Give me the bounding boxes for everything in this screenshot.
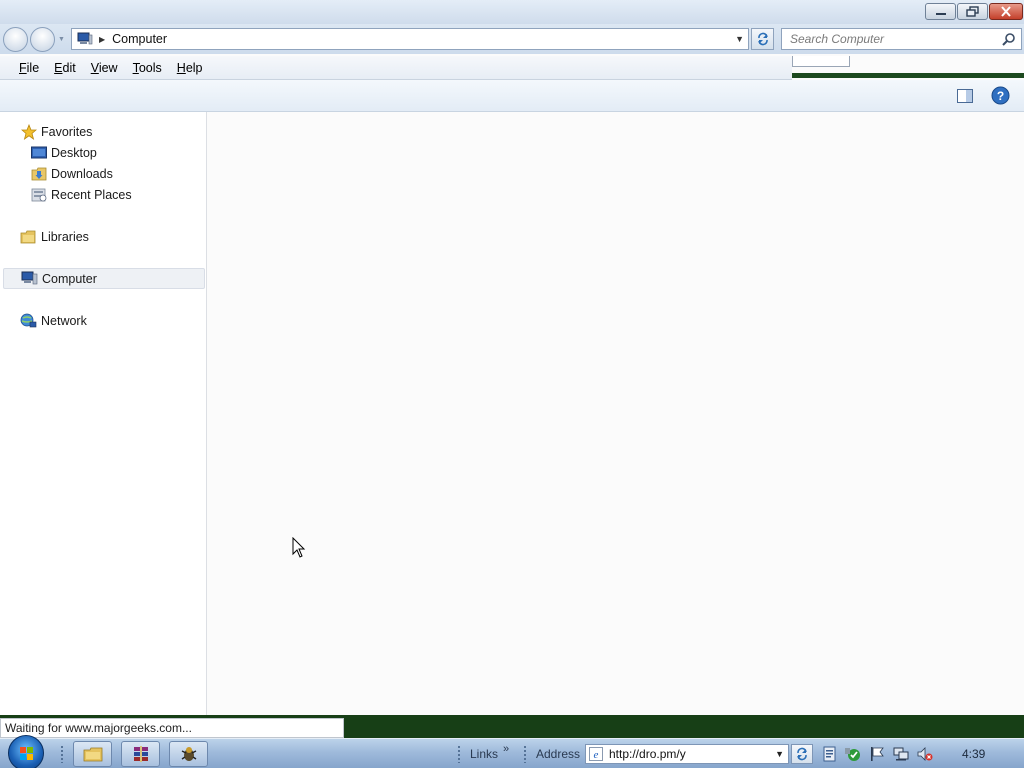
restore-button[interactable] <box>957 3 988 20</box>
breadcrumb-computer[interactable]: Computer <box>112 32 167 46</box>
nav-favorites[interactable]: Favorites <box>20 121 92 142</box>
taskbar-gripper[interactable] <box>60 745 64 763</box>
start-button[interactable] <box>8 735 44 768</box>
go-refresh-icon <box>797 747 807 761</box>
forward-button[interactable] <box>30 27 55 52</box>
address-row: ▼ ▶ Computer ▼ <box>0 24 1024 54</box>
breadcrumb-chevron-icon[interactable]: ▶ <box>99 35 105 44</box>
recent-pages-chevron-down-icon[interactable]: ▼ <box>58 36 66 44</box>
svg-text:e: e <box>594 749 599 761</box>
taskbar: Links » Address e http://dro.pm/y ▼ 4:39 <box>0 735 1024 768</box>
downloads-folder-icon <box>30 166 47 182</box>
nav-desktop-label: Desktop <box>51 145 97 160</box>
nav-downloads[interactable]: Downloads <box>30 163 113 184</box>
tray-action-center-flag-icon[interactable] <box>869 746 885 762</box>
tray-clock[interactable]: 4:39 <box>962 747 985 761</box>
taskbar-app-button[interactable] <box>169 741 208 767</box>
address-bar[interactable]: ▶ Computer ▼ <box>71 28 749 50</box>
internet-explorer-icon: e <box>589 747 603 761</box>
minimize-icon <box>935 12 946 15</box>
recent-places-icon <box>30 187 47 203</box>
nav-network-label: Network <box>41 313 87 328</box>
desktop-icon <box>30 145 47 161</box>
links-toolbar-label[interactable]: Links <box>470 747 498 761</box>
menu-view[interactable]: View <box>91 61 118 75</box>
close-icon <box>1001 6 1011 17</box>
menu-edit[interactable]: Edit <box>54 61 76 75</box>
minimize-button[interactable] <box>925 3 956 20</box>
back-button[interactable] <box>3 27 28 52</box>
command-bar: ? <box>0 80 1024 112</box>
background-window-fragment <box>792 56 1024 80</box>
browser-status-text: Waiting for www.majorgeeks.com... <box>0 718 344 738</box>
nav-network[interactable]: Network <box>20 310 87 331</box>
computer-icon <box>21 271 38 287</box>
nav-computer[interactable]: Computer <box>3 268 205 289</box>
nav-libraries-label: Libraries <box>41 229 89 244</box>
bug-app-icon <box>181 747 196 761</box>
mouse-cursor-icon <box>292 537 306 558</box>
refresh-button[interactable] <box>751 28 774 50</box>
taskbar-explorer-button[interactable] <box>73 741 112 767</box>
menu-help[interactable]: Help <box>177 61 203 75</box>
close-button[interactable] <box>989 3 1023 20</box>
archive-books-icon <box>133 746 148 762</box>
search-input[interactable] <box>782 29 992 49</box>
preview-pane-icon[interactable] <box>957 89 973 103</box>
background-window-field <box>792 56 850 67</box>
taskbar-address-chevron-down-icon[interactable]: ▼ <box>775 749 784 759</box>
links-chevron-icon[interactable]: » <box>503 743 509 755</box>
nav-computer-label: Computer <box>42 271 97 286</box>
windows-logo-icon <box>20 747 33 760</box>
menu-file[interactable]: File <box>19 61 39 75</box>
address-history-chevron-down-icon[interactable]: ▼ <box>735 34 744 44</box>
menu-tools[interactable]: Tools <box>133 61 162 75</box>
tray-network-icon[interactable] <box>893 746 909 762</box>
links-gripper[interactable] <box>457 745 461 763</box>
nav-downloads-label: Downloads <box>51 166 113 181</box>
restore-icon <box>965 6 979 17</box>
tray-volume-muted-icon[interactable] <box>917 746 933 762</box>
search-icon[interactable] <box>1002 32 1016 46</box>
svg-text:?: ? <box>997 89 1004 103</box>
address-gripper[interactable] <box>523 745 527 763</box>
navigation-pane: Favorites Desktop Downloads Recent Place… <box>0 112 207 715</box>
help-icon[interactable]: ? <box>991 86 1010 105</box>
tray-document-icon[interactable] <box>822 746 838 762</box>
nav-libraries[interactable]: Libraries <box>20 226 89 247</box>
file-list-area[interactable] <box>208 112 1024 715</box>
tray-security-icon[interactable] <box>845 746 861 762</box>
window-title-bar <box>0 0 1024 24</box>
nav-desktop[interactable]: Desktop <box>30 142 97 163</box>
background-window-stripe <box>792 73 1024 78</box>
taskbar-archiver-button[interactable] <box>121 741 160 767</box>
computer-icon <box>77 32 93 45</box>
taskbar-go-button[interactable] <box>791 744 813 764</box>
nav-favorites-label: Favorites <box>41 124 93 139</box>
menu-bar: File Edit View Tools Help <box>0 56 792 80</box>
address-toolbar-label: Address <box>536 747 581 761</box>
taskbar-address-field[interactable]: e http://dro.pm/y ▼ <box>585 744 789 764</box>
taskbar-address-value[interactable]: http://dro.pm/y <box>609 747 686 761</box>
refresh-icon <box>757 32 768 46</box>
network-icon <box>20 313 37 329</box>
search-box[interactable] <box>781 28 1022 50</box>
nav-recent-places[interactable]: Recent Places <box>30 184 132 205</box>
libraries-icon <box>20 229 37 245</box>
folder-icon <box>83 747 102 762</box>
star-icon <box>20 123 37 140</box>
nav-recent-places-label: Recent Places <box>51 187 132 202</box>
